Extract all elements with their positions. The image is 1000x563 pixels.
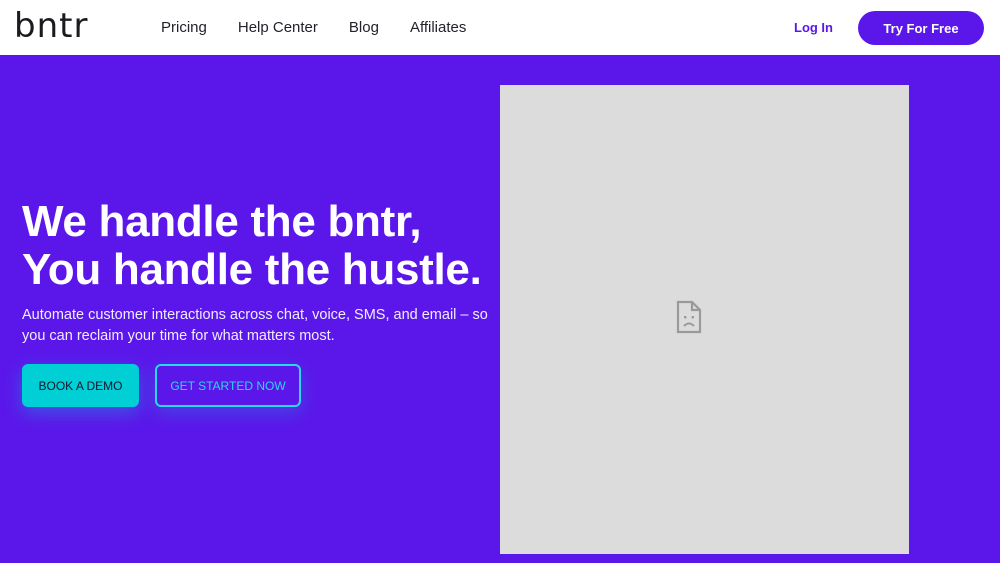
hero-subtitle: Automate customer interactions across ch…	[22, 307, 488, 344]
nav-pricing[interactable]: Pricing	[161, 18, 207, 38]
login-link[interactable]: Log In	[794, 19, 833, 37]
hero-title-line-2: You handle the hustle.	[22, 245, 482, 294]
nav-help-center[interactable]: Help Center	[238, 18, 318, 38]
book-demo-button[interactable]: BOOK A DEMO	[22, 364, 139, 407]
hero-media-placeholder	[500, 85, 909, 554]
hero-title-line-1: We handle the bntr,	[22, 197, 422, 246]
broken-image-icon	[676, 300, 702, 334]
nav-blog[interactable]: Blog	[349, 18, 379, 38]
try-for-free-button[interactable]: Try For Free	[858, 11, 984, 45]
top-navbar: bntr Pricing Help Center Blog Affiliates…	[0, 0, 1000, 55]
main-nav: Pricing Help Center Blog Affiliates	[161, 18, 466, 38]
get-started-button[interactable]: GET STARTED NOW	[155, 364, 301, 407]
hero-title: We handle the bntr, You handle the hustl…	[22, 198, 492, 294]
logo[interactable]: bntr	[14, 6, 88, 46]
nav-affiliates[interactable]: Affiliates	[410, 18, 466, 38]
